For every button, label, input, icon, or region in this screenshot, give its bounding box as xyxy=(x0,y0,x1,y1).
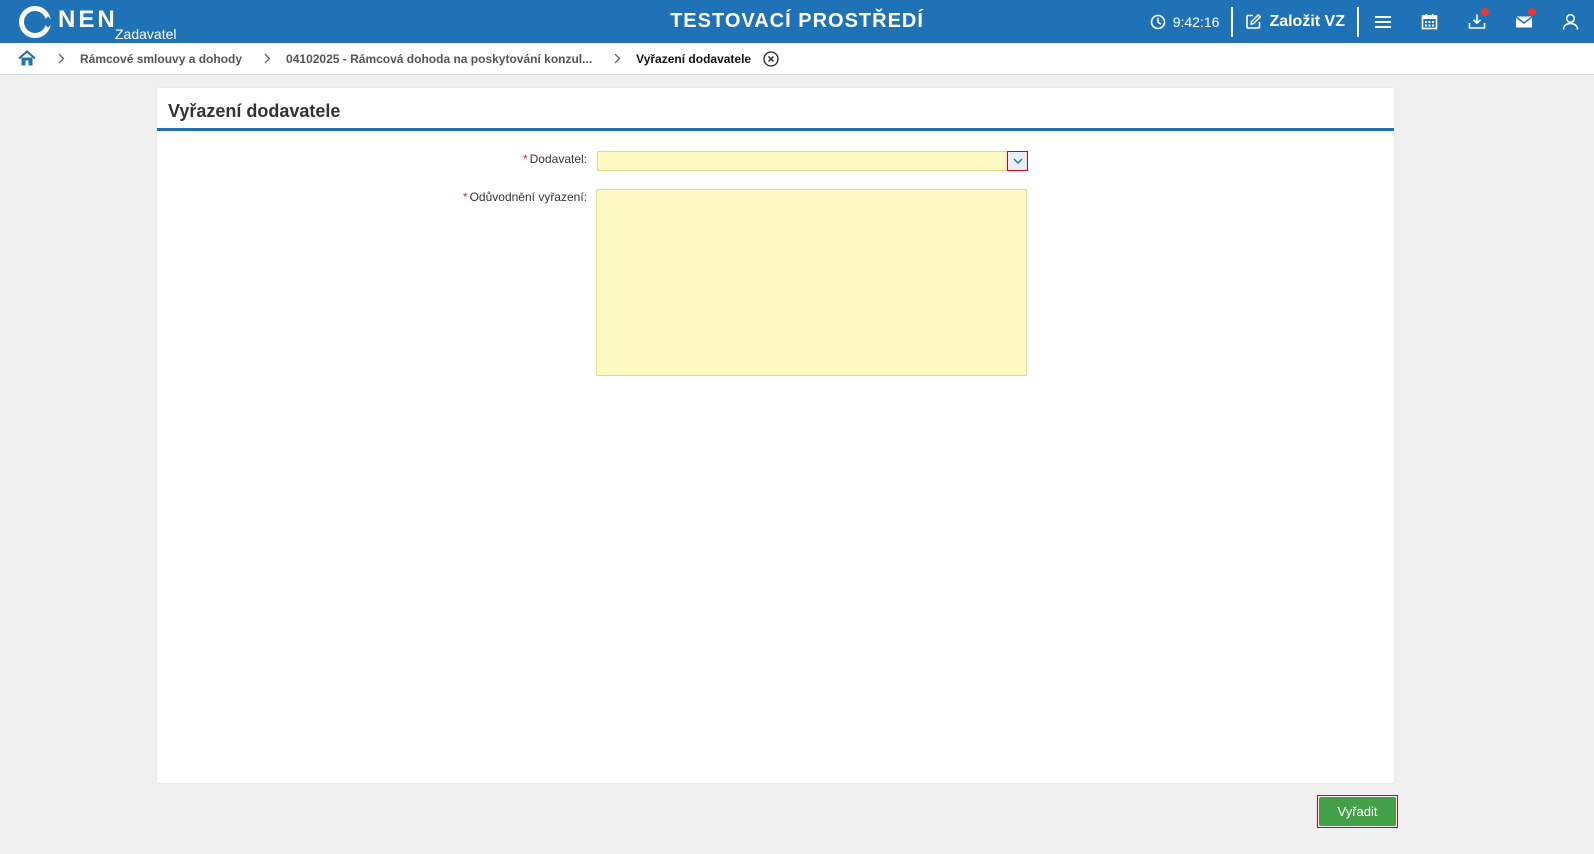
create-vz-label: Založit VZ xyxy=(1269,12,1345,30)
required-mark: * xyxy=(522,152,528,166)
top-right-toolbar: 9:42:16 Založit VZ xyxy=(1150,0,1594,43)
breadcrumb: Rámcové smlouvy a dohody 04102025 - Rámc… xyxy=(0,43,1594,75)
downloads-button[interactable] xyxy=(1453,0,1500,43)
page-title: Vyřazení dodavatele xyxy=(168,101,341,121)
user-button[interactable] xyxy=(1547,0,1594,43)
submit-button-focus-frame: Vyřadit xyxy=(1317,795,1398,828)
mail-icon xyxy=(1515,15,1532,27)
logo-text: NEN xyxy=(58,6,118,33)
nen-logo[interactable]: NEN Zadavatel xyxy=(19,5,176,42)
messages-notification-dot xyxy=(1528,8,1536,16)
calendar-button[interactable] xyxy=(1406,0,1453,43)
top-bar: NEN Zadavatel TESTOVACÍ PROSTŘEDÍ 9:42:1… xyxy=(0,0,1594,43)
messages-button[interactable] xyxy=(1500,0,1547,43)
reason-label: * Odůvodnění vyřazení: xyxy=(463,190,587,204)
chevron-right-icon xyxy=(614,53,621,64)
logo-subtitle: Zadavatel xyxy=(115,26,177,42)
close-circle-icon xyxy=(763,50,779,67)
breadcrumb-item-agreement[interactable]: 04102025 - Rámcová dohoda na poskytování… xyxy=(286,52,592,66)
logo-ring-icon xyxy=(19,6,51,38)
user-icon xyxy=(1562,13,1579,30)
supplier-dropdown-button[interactable] xyxy=(1007,151,1028,171)
clock-value: 9:42:16 xyxy=(1172,13,1220,30)
chevron-down-icon xyxy=(1013,158,1022,164)
clock-icon xyxy=(1150,14,1166,29)
edit-icon xyxy=(1246,14,1262,29)
downloads-notification-dot xyxy=(1481,8,1489,16)
remove-supplier-button[interactable]: Vyřadit xyxy=(1319,797,1396,826)
panel-header: Vyřazení dodavatele xyxy=(157,88,1394,131)
chevron-right-icon xyxy=(58,53,65,64)
close-tab-button[interactable] xyxy=(763,50,779,67)
reason-label-text: Odůvodnění vyřazení: xyxy=(469,190,587,204)
breadcrumb-item-framework-agreements[interactable]: Rámcové smlouvy a dohody xyxy=(80,52,242,66)
supplier-label-text: Dodavatel: xyxy=(529,152,587,166)
session-clock: 9:42:16 xyxy=(1150,13,1220,30)
home-icon xyxy=(18,50,36,66)
supplier-label: * Dodavatel: xyxy=(523,152,587,166)
reason-textarea[interactable] xyxy=(596,189,1027,376)
calendar-icon xyxy=(1421,14,1438,30)
breadcrumb-home[interactable] xyxy=(18,50,36,67)
breadcrumb-current: Vyřazení dodavatele xyxy=(636,51,752,66)
required-mark: * xyxy=(462,190,468,204)
chevron-right-icon xyxy=(264,53,271,64)
create-vz-button[interactable]: Založit VZ xyxy=(1233,13,1357,31)
main-panel: Vyřazení dodavatele * Dodavatel: * Odůvodn… xyxy=(157,88,1394,783)
supplier-select[interactable] xyxy=(597,151,1028,171)
menu-icon xyxy=(1374,15,1391,28)
menu-button[interactable] xyxy=(1359,0,1406,43)
